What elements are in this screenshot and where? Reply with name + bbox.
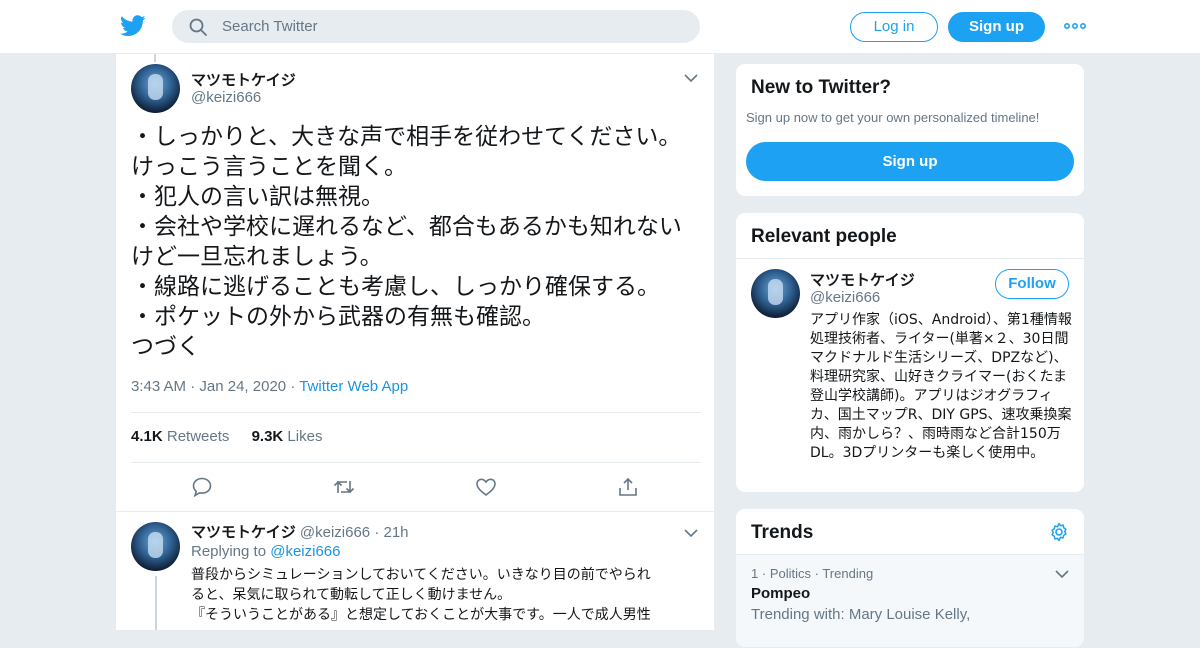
trend-rank: 1 [751,566,759,581]
reply-text-line: 『そういうことがある』と想定しておくことが大事です。一人で成人男性 [191,607,651,623]
tweet-meta: 3:43 AM · Jan 24, 2020 · Twitter Web App [131,378,408,395]
login-button[interactable]: Log in [850,12,938,42]
replying-to-label: Replying to [191,543,267,560]
meta-separator: · [190,378,200,395]
divider [131,412,701,413]
reply-author-handle[interactable]: @keizi666 [300,524,370,541]
thread-line [154,54,156,62]
search-bar [172,10,700,43]
like-icon[interactable] [475,476,497,498]
search-icon [189,18,207,36]
reply-text-line: 普段からシミュレーションしておいてください。いきなり目の前でやられ [191,567,651,583]
trend-status: Trending [822,566,874,581]
follow-button[interactable]: Follow [995,269,1069,299]
likes-count: 9.3K [251,428,284,445]
card-title: Trends [751,522,814,543]
meta-separator: · [290,378,300,395]
retweet-icon[interactable] [333,476,355,498]
reply-text: 普段からシミュレーションしておいてください。いきなり目の前でやられ ると、呆気に… [191,565,701,625]
likes-stat[interactable]: 9.3K Likes [252,428,323,445]
card-title: New to Twitter? [751,77,892,98]
person-row: マツモトケイジ @keizi666 Follow アプリ作家（iOS、Andro… [736,258,1084,492]
share-icon[interactable] [617,476,639,498]
chevron-down-icon[interactable] [1055,569,1069,579]
chevron-down-icon[interactable] [684,73,698,83]
meta-separator: · [761,566,770,581]
tweet-source-link[interactable]: Twitter Web App [299,378,408,395]
tweet-column: マツモトケイジ @keizi666 ・しっかりと、大きな声で相手を従わせてくださ… [115,54,715,630]
person-bio: アプリ作家（iOS、Android）、第1種情報処理技術者、ライター(単著×２、… [810,312,1072,461]
retweets-stat[interactable]: 4.1K Retweets [131,428,229,445]
reply-icon[interactable] [191,476,213,498]
tweet-date[interactable]: Jan 24, 2020 [199,378,286,395]
author-name[interactable]: マツモトケイジ [191,69,296,90]
reply-text-line: ると、呆気に取られて動転して正しく動けません。 [191,587,512,603]
trends-card: Trends 1 · Politics · Trending Pompeo Tr… [735,508,1085,648]
card-signup-button[interactable]: Sign up [746,142,1074,181]
search-input[interactable] [222,10,682,43]
reply-author-name[interactable]: マツモトケイジ [191,524,296,541]
author-handle[interactable]: @keizi666 [191,89,261,106]
retweets-count: 4.1K [131,428,163,445]
trend-with: Trending with: Mary Louise Kelly, [751,606,971,623]
new-to-twitter-card: New to Twitter? Sign up now to get your … [735,63,1085,197]
tweet-separator [116,511,714,512]
replying-to-handle[interactable]: @keizi666 [270,543,340,560]
more-icon[interactable] [1064,18,1086,34]
gear-icon[interactable] [1049,522,1069,542]
thread-line [155,576,157,630]
retweets-label: Retweets [166,428,230,445]
relevant-people-card: Relevant people マツモトケイジ @keizi666 Follow… [735,212,1085,493]
person-avatar[interactable] [751,269,800,318]
trend-name[interactable]: Pompeo [751,585,810,602]
replying-to: Replying to @keizi666 [191,543,340,560]
tweet-text: ・しっかりと、大きな声で相手を従わせてください。 けっこう言うことを聞く。 ・犯… [131,124,682,360]
card-subtitle: Sign up now to get your own personalized… [746,110,1040,125]
reply-age[interactable]: 21h [383,524,408,541]
chevron-down-icon[interactable] [684,528,698,538]
tweet-stats: 4.1K Retweets 9.3K Likes [131,428,322,445]
trend-meta: 1 · Politics · Trending [751,566,873,581]
likes-label: Likes [287,428,323,445]
reply-avatar[interactable] [131,522,180,571]
trends-header: Trends [736,509,1084,555]
divider [131,462,701,463]
top-bar: Log in Sign up [0,0,1200,54]
reply-header: マツモトケイジ @keizi666 · 21h [191,521,409,542]
card-title: Relevant people [751,226,897,247]
trend-category: Politics [769,566,811,581]
signup-button[interactable]: Sign up [948,12,1045,42]
avatar[interactable] [131,64,180,113]
person-name[interactable]: マツモトケイジ [810,269,915,290]
person-handle[interactable]: @keizi666 [810,289,880,306]
twitter-bird-icon[interactable] [120,14,146,38]
tweet-time[interactable]: 3:43 AM [131,378,186,395]
